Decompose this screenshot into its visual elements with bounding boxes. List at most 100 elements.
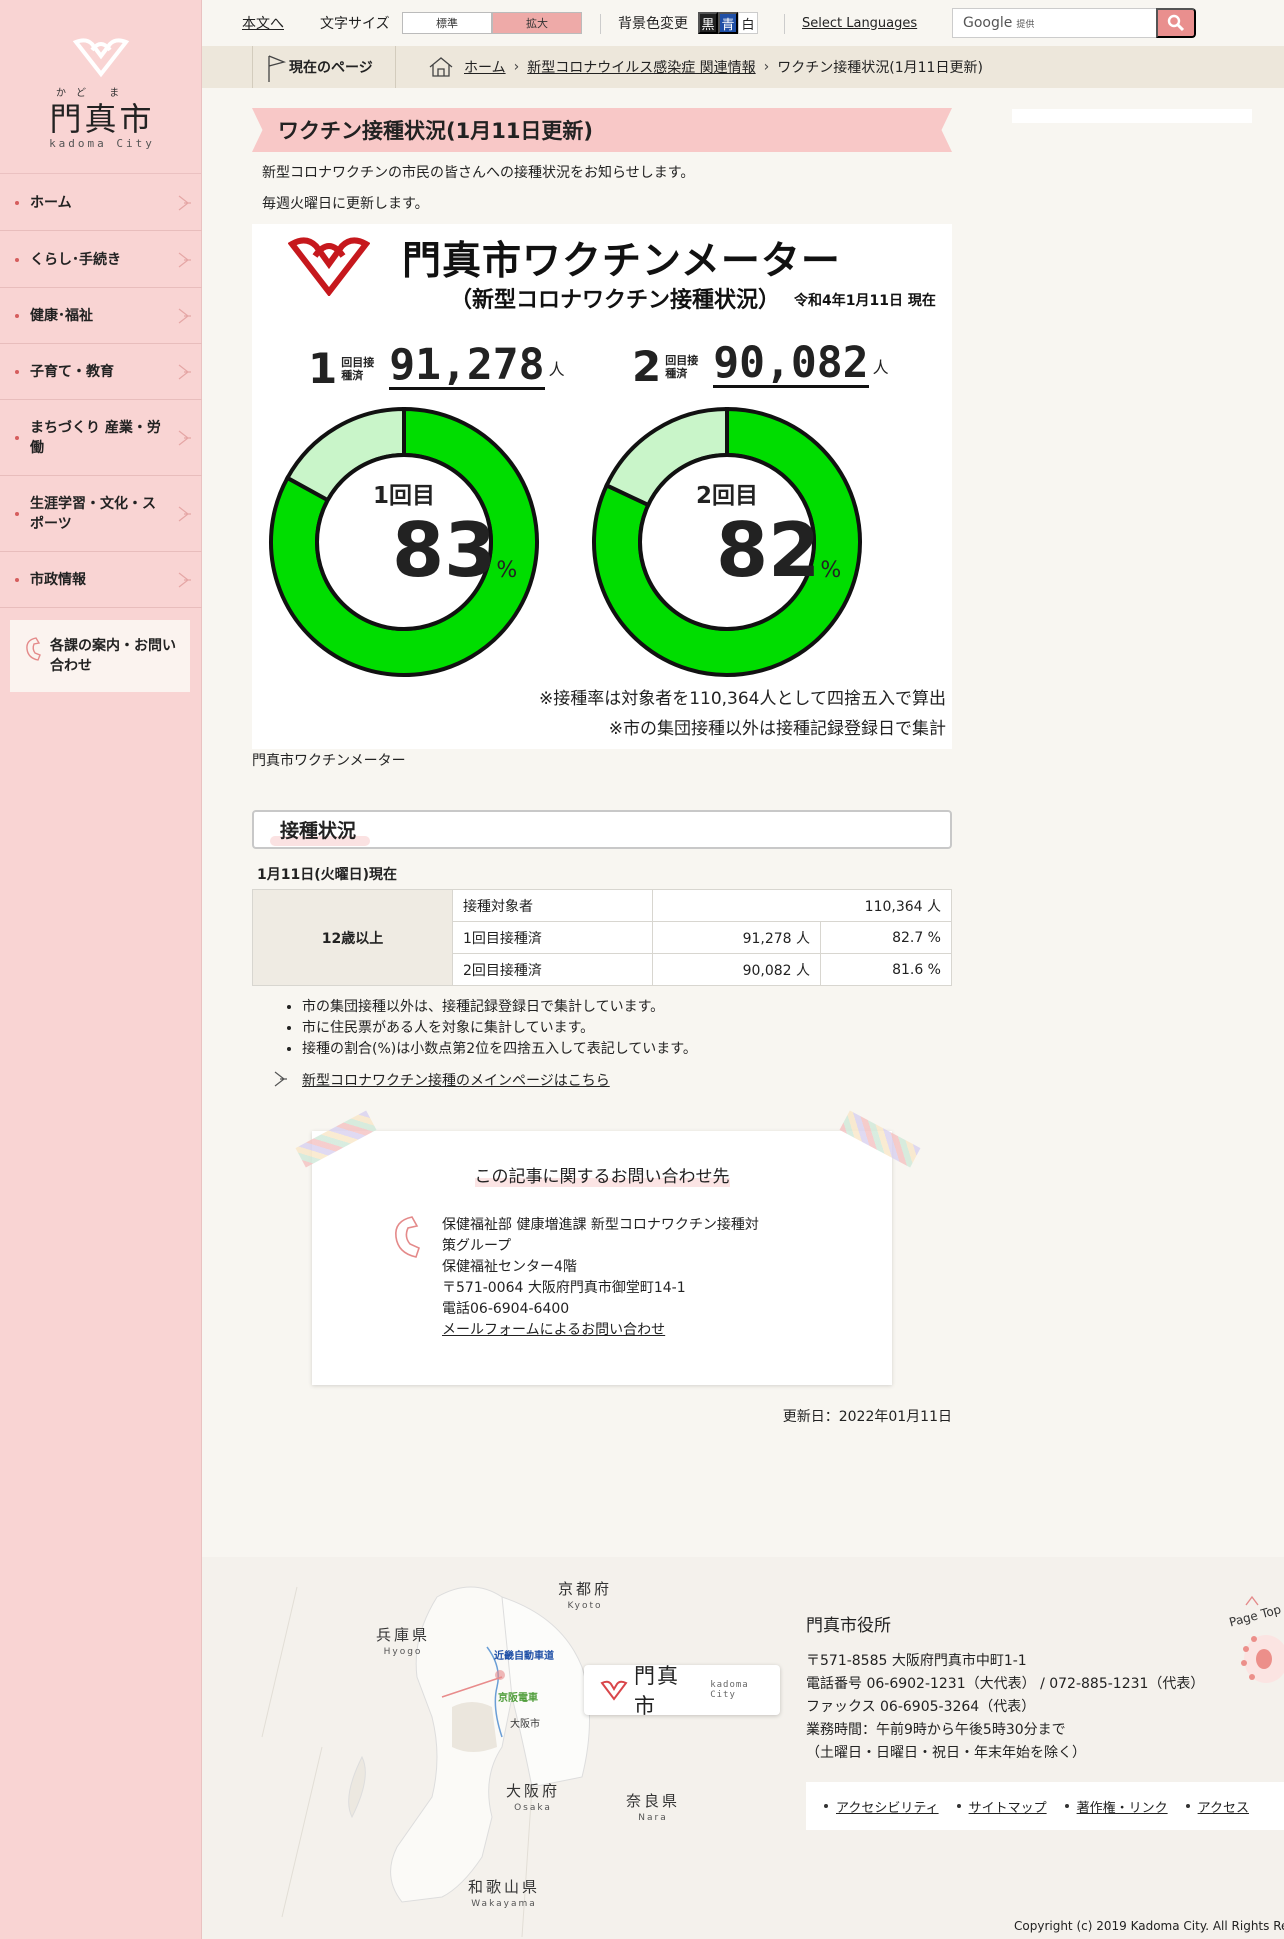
city-emblem-icon <box>72 38 130 78</box>
contact-card-title-text: この記事に関するお問い合わせ先 <box>474 1167 730 1187</box>
table-cell-label: 接種対象者 <box>452 889 653 922</box>
map-label-railway: 京阪電車 <box>498 1693 538 1704</box>
footer-logo-name: 門真市 <box>634 1664 680 1718</box>
vaccine-main-page-link[interactable]: 新型コロナワクチン接種のメインページはこちら <box>302 1070 610 1090</box>
dose1-pct-sign: % <box>496 558 518 583</box>
sidebar-right-placeholder <box>1012 109 1252 123</box>
vaccination-table: 12歳以上 接種対象者 110,364 人 1回目接種済 91,278 人 82… <box>252 889 952 986</box>
table-cell-count: 91,278 人 <box>652 921 821 954</box>
map-label-osaka: 大阪府 Osaka <box>506 1783 560 1817</box>
sidebar-item-label: 市政情報 <box>30 571 86 588</box>
footer-link-sitemap[interactable]: サイトマップ <box>956 1797 1047 1816</box>
breadcrumb-label-text: 現在のページ <box>289 60 373 76</box>
footer-logo-roman: kadoma City <box>710 1680 749 1700</box>
meter-image-caption: 門真市ワクチンメーター <box>252 753 406 769</box>
page-top-button[interactable]: Page Top <box>1224 1583 1284 1697</box>
sidebar-item-label: 子育て・教育 <box>30 363 114 380</box>
section-title: 接種状況 <box>280 820 357 842</box>
map-label-kyoto-ja: 京都府 <box>558 1580 613 1598</box>
meter-note-1: ※接種率は対象者を110,364人として四捨五入で算出 <box>538 689 946 709</box>
table-cell-percent: 82.7 % <box>820 921 952 954</box>
select-languages-link[interactable]: Select Languages <box>802 0 917 46</box>
flag-icon <box>268 55 287 82</box>
font-standard-button[interactable]: 標準 <box>402 12 492 34</box>
breadcrumb-separator: › <box>763 59 770 75</box>
map-label-wakayama-ja: 和歌山県 <box>468 1878 541 1896</box>
sidebar-item-childcare[interactable]: 子育て・教育 <box>0 344 202 400</box>
chevron-right-icon <box>178 252 191 267</box>
search-brand: Google <box>963 15 1013 31</box>
contact-phone: 電話06-6904-6400 <box>442 1301 570 1317</box>
notes-list: 市の集団接種以外は、接種記録登録日で集計しています。 市に住民票がある人を対象に… <box>302 997 697 1060</box>
divider <box>784 14 785 34</box>
map-label-nara: 奈良県 Nara <box>626 1793 680 1827</box>
dose2-pct: 82 % <box>716 511 841 589</box>
meter-note-2: ※市の集団接種以外は接種記録登録日で集計 <box>608 719 946 739</box>
copyright: Copyright (c) 2019 Kadoma City. All Righ… <box>1014 1919 1284 1933</box>
map-label-wakayama-en: Wakayama <box>471 1899 537 1909</box>
department-contact-label: 各課の案内・お問い合わせ <box>50 638 176 674</box>
breadcrumb-separator: › <box>513 59 520 75</box>
sidebar-item-label: まちづくり 産業・労働 <box>30 419 161 456</box>
chevron-right-icon <box>178 195 191 210</box>
vaccine-meter-image: 門真市ワクチンメーター （新型コロナワクチン接種状況） 令和4年1月11日 現在… <box>252 224 952 749</box>
age-group-cell: 12歳以上 <box>252 889 453 986</box>
sidebar-item-label: くらし･手続き <box>30 251 121 268</box>
dose2-donut-label: 2回目 <box>695 483 758 509</box>
sidebar-item-town[interactable]: まちづくり 産業・労働 <box>0 400 202 476</box>
font-large-button[interactable]: 拡大 <box>492 12 582 34</box>
map-label-nara-en: Nara <box>638 1813 668 1823</box>
contact-address: 〒571-0064 大阪府門真市御堂町14-1 <box>442 1280 686 1296</box>
home-icon <box>429 57 453 77</box>
sidebar-item-health[interactable]: 健康･福祉 <box>0 288 202 344</box>
intro-text: 新型コロナワクチンの市民の皆さんへの接種状況をお知らせします。 <box>262 165 695 181</box>
office-hours-note: （土曜日・日曜日・祝日・年末年始を除く） <box>806 1745 1086 1761</box>
sidebar-item-living[interactable]: くらし･手続き <box>0 232 202 288</box>
search-icon <box>1167 14 1185 32</box>
map-label-hyogo: 兵庫県 Hyogo <box>376 1627 430 1661</box>
sidebar-item-culture[interactable]: 生涯学習・文化・スポーツ <box>0 476 202 552</box>
chevron-right-icon <box>178 572 191 587</box>
office-hours: 業務時間：午前9時から午後5時30分まで <box>806 1722 1066 1738</box>
map-label-hyogo-ja: 兵庫県 <box>376 1626 431 1644</box>
footer-logo: 門真市 kadoma City <box>584 1664 780 1718</box>
map-label-osaka-ja: 大阪府 <box>506 1782 561 1800</box>
table-cell-percent: 81.6 % <box>820 953 952 986</box>
footer-link-access[interactable]: アクセス <box>1185 1797 1249 1816</box>
office-name: 門真市役所 <box>806 1616 891 1636</box>
dose2-pct-value: 82 <box>716 506 821 594</box>
breadcrumb-home-link[interactable]: ホーム <box>464 57 506 77</box>
contact-mail-form-link[interactable]: メールフォームによるお問い合わせ <box>442 1322 665 1338</box>
department-contact-button[interactable]: 各課の案内・お問い合わせ <box>10 620 190 692</box>
sidebar-item-home[interactable]: ホーム <box>0 175 202 231</box>
section-heading-box: 接種状況 <box>252 810 952 849</box>
contact-department: 保健福祉部 健康増進課 新型コロナワクチン接種対策グループ <box>442 1217 759 1254</box>
map-label-wakayama: 和歌山県 Wakayama <box>468 1879 540 1913</box>
logo-roman: kadoma City <box>49 137 155 150</box>
bg-blue-button[interactable]: 青 <box>718 12 738 34</box>
updated-date: 更新日：2022年01月11日 <box>782 1409 952 1425</box>
bg-black-button[interactable]: 黒 <box>698 12 718 34</box>
footer-link-copyright[interactable]: 著作権・リンク <box>1064 1797 1168 1816</box>
map-label-osaka-en: Osaka <box>514 1803 552 1813</box>
breadcrumb-trail: ホーム › 新型コロナウイルス感染症 関連情報 › ワクチン接種状況(1月11日… <box>428 46 983 88</box>
page-top-icon: Page Top <box>1228 1595 1284 1683</box>
map-label-osaka-city: 大阪市 <box>510 1719 540 1730</box>
skip-to-content-link[interactable]: 本文へ <box>242 0 284 46</box>
site-logo[interactable]: かど ま 門真市 kadoma City <box>0 0 202 174</box>
breadcrumb-parent-link[interactable]: 新型コロナウイルス感染症 関連情報 <box>527 57 755 77</box>
footer-link-accessibility[interactable]: アクセシビリティ <box>824 1797 939 1816</box>
map-label-hyogo-en: Hyogo <box>383 1647 423 1657</box>
footer-links: アクセシビリティ サイトマップ 著作権・リンク アクセス <box>806 1782 1284 1830</box>
as-of-date: 1月11日(火曜日)現在 <box>257 867 398 883</box>
chevron-right-icon <box>178 506 191 521</box>
map-label-kyoto-en: Kyoto <box>567 1601 603 1611</box>
list-item: 市の集団接種以外は、接種記録登録日で集計しています。 <box>302 997 697 1018</box>
sidebar-item-city-info[interactable]: 市政情報 <box>0 552 202 608</box>
bg-white-button[interactable]: 白 <box>738 12 758 34</box>
search-input[interactable]: Google 提供 <box>952 8 1158 38</box>
table-cell-count: 90,082 人 <box>652 953 821 986</box>
arrow-right-icon <box>274 1071 287 1087</box>
city-office-info: 門真市役所 〒571-8585 大阪府門真市中町1-1 電話番号 06-6902… <box>806 1615 1204 1765</box>
search-button[interactable] <box>1156 8 1196 38</box>
